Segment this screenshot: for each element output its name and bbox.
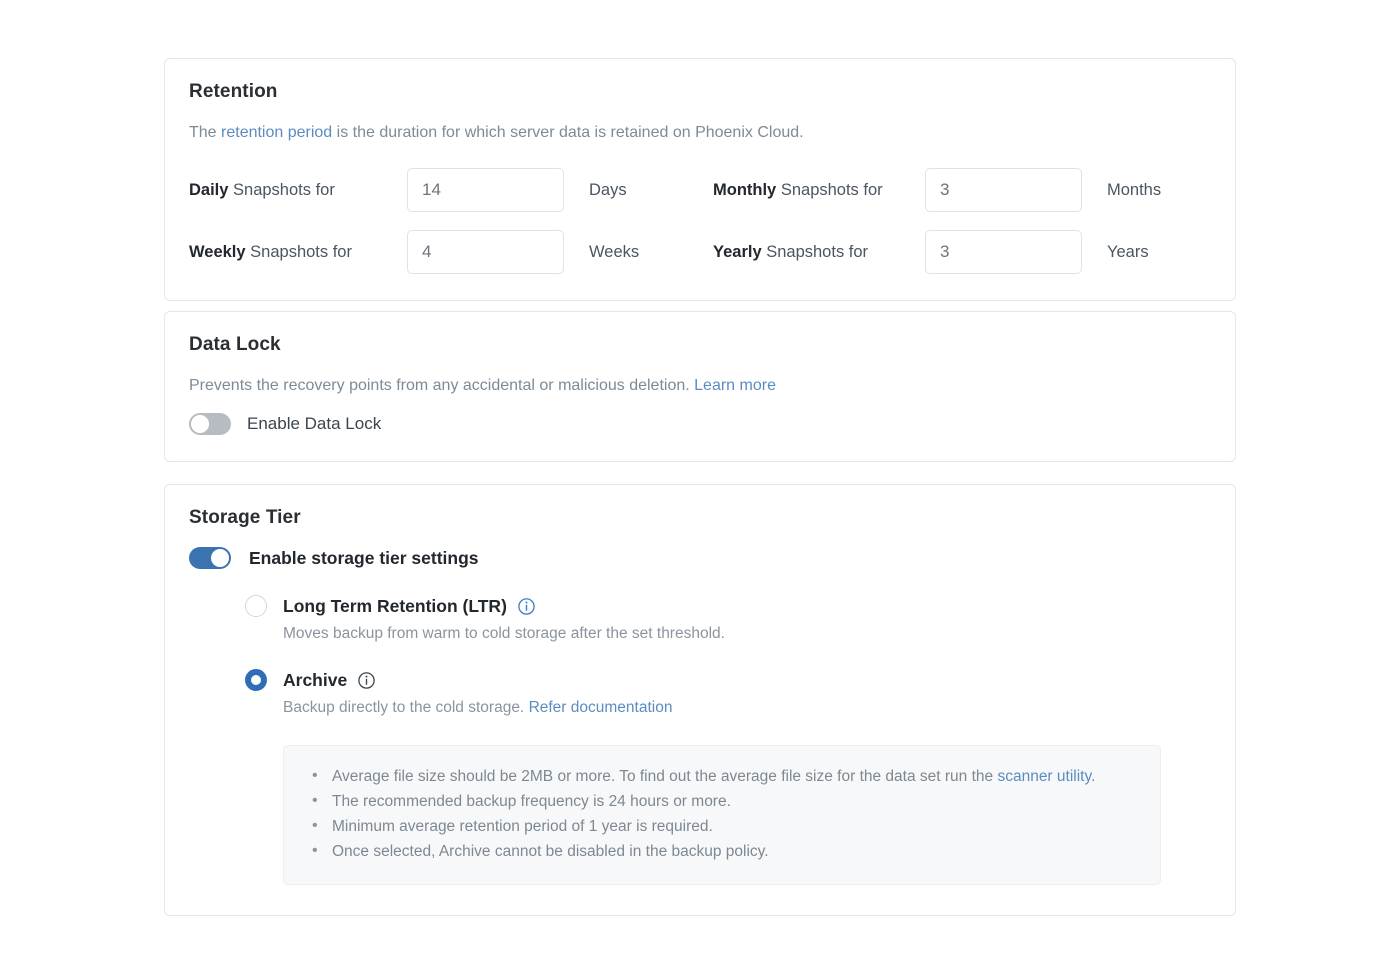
- settings-content: Retention The retention period is the du…: [164, 58, 1236, 916]
- list-item: The recommended backup frequency is 24 h…: [332, 789, 1134, 814]
- retention-title: Retention: [189, 81, 1211, 103]
- retention-description: The retention period is the duration for…: [189, 121, 1211, 144]
- note-text: Minimum average retention period of 1 ye…: [332, 818, 713, 835]
- monthly-label-bold: Monthly: [713, 181, 776, 199]
- option-archive-label: Archive: [283, 670, 347, 691]
- yearly-label-bold: Yearly: [713, 243, 762, 261]
- radio-long-term-retention[interactable]: [245, 595, 267, 617]
- monthly-label-rest: Snapshots for: [776, 181, 882, 199]
- enable-storage-tier-toggle[interactable]: [189, 547, 231, 569]
- data-lock-learn-more-link[interactable]: Learn more: [694, 377, 776, 394]
- weekly-label-rest: Snapshots for: [246, 243, 352, 261]
- yearly-label-rest: Snapshots for: [762, 243, 868, 261]
- retention-card: Retention The retention period is the du…: [164, 58, 1236, 301]
- monthly-snapshots-input[interactable]: [925, 168, 1082, 212]
- data-lock-toggle-row: Enable Data Lock: [189, 413, 1211, 435]
- info-icon[interactable]: [518, 598, 535, 615]
- daily-label: Daily Snapshots for: [189, 181, 407, 200]
- data-lock-title: Data Lock: [189, 334, 1211, 356]
- enable-storage-tier-label: Enable storage tier settings: [249, 548, 479, 569]
- yearly-snapshots-input[interactable]: [925, 230, 1082, 274]
- weekly-snapshots-input[interactable]: [407, 230, 564, 274]
- weekly-label-bold: Weekly: [189, 243, 246, 261]
- note-text: Average file size should be 2MB or more.…: [332, 768, 997, 785]
- note-text: Once selected, Archive cannot be disable…: [332, 843, 769, 860]
- option-archive-header[interactable]: Archive: [245, 669, 1211, 691]
- retention-description-suffix: is the duration for which server data is…: [332, 124, 803, 141]
- retention-period-link[interactable]: retention period: [221, 124, 332, 141]
- data-lock-description: Prevents the recovery points from any ac…: [189, 374, 1211, 397]
- archive-notes-list: Average file size should be 2MB or more.…: [310, 764, 1134, 864]
- retention-fields-grid: Daily Snapshots for Days Monthly Snapsho…: [189, 168, 1211, 274]
- settings-page: Retention The retention period is the du…: [0, 0, 1400, 966]
- yearly-unit: Years: [1085, 243, 1211, 262]
- scanner-utility-link[interactable]: scanner utility: [997, 768, 1091, 785]
- option-ltr-label: Long Term Retention (LTR): [283, 596, 507, 617]
- enable-data-lock-toggle[interactable]: [189, 413, 231, 435]
- data-lock-description-text: Prevents the recovery points from any ac…: [189, 377, 690, 394]
- option-ltr-header[interactable]: Long Term Retention (LTR): [245, 595, 1211, 617]
- daily-label-bold: Daily: [189, 181, 228, 199]
- radio-archive[interactable]: [245, 669, 267, 691]
- list-item: Minimum average retention period of 1 ye…: [332, 814, 1134, 839]
- weekly-unit: Weeks: [567, 243, 713, 262]
- option-long-term-retention: Long Term Retention (LTR) Moves backup f…: [245, 595, 1211, 645]
- list-item: Average file size should be 2MB or more.…: [332, 764, 1134, 789]
- note-text: The recommended backup frequency is 24 h…: [332, 793, 731, 810]
- option-archive-description: Backup directly to the cold storage. Ref…: [283, 697, 1211, 719]
- refer-documentation-link[interactable]: Refer documentation: [529, 699, 673, 716]
- storage-tier-card: Storage Tier Enable storage tier setting…: [164, 484, 1236, 916]
- storage-tier-title: Storage Tier: [189, 507, 1211, 529]
- yearly-label: Yearly Snapshots for: [713, 243, 925, 262]
- toggle-knob: [191, 415, 209, 433]
- enable-data-lock-label: Enable Data Lock: [247, 414, 381, 434]
- toggle-knob: [211, 549, 229, 567]
- daily-unit: Days: [567, 181, 713, 200]
- monthly-unit: Months: [1085, 181, 1211, 200]
- retention-description-prefix: The: [189, 124, 221, 141]
- storage-tier-toggle-row: Enable storage tier settings: [189, 547, 1211, 569]
- option-ltr-description: Moves backup from warm to cold storage a…: [283, 623, 1211, 645]
- daily-label-rest: Snapshots for: [228, 181, 334, 199]
- storage-tier-options: Long Term Retention (LTR) Moves backup f…: [189, 595, 1211, 885]
- weekly-label: Weekly Snapshots for: [189, 243, 407, 262]
- info-icon[interactable]: [358, 672, 375, 689]
- archive-notes-box: Average file size should be 2MB or more.…: [283, 745, 1161, 885]
- data-lock-card: Data Lock Prevents the recovery points f…: [164, 311, 1236, 462]
- daily-snapshots-input[interactable]: [407, 168, 564, 212]
- monthly-label: Monthly Snapshots for: [713, 181, 925, 200]
- note-text-after: .: [1091, 768, 1095, 785]
- list-item: Once selected, Archive cannot be disable…: [332, 839, 1134, 864]
- option-archive: Archive Backup directly to the cold stor…: [245, 669, 1211, 885]
- option-archive-description-text: Backup directly to the cold storage.: [283, 699, 524, 716]
